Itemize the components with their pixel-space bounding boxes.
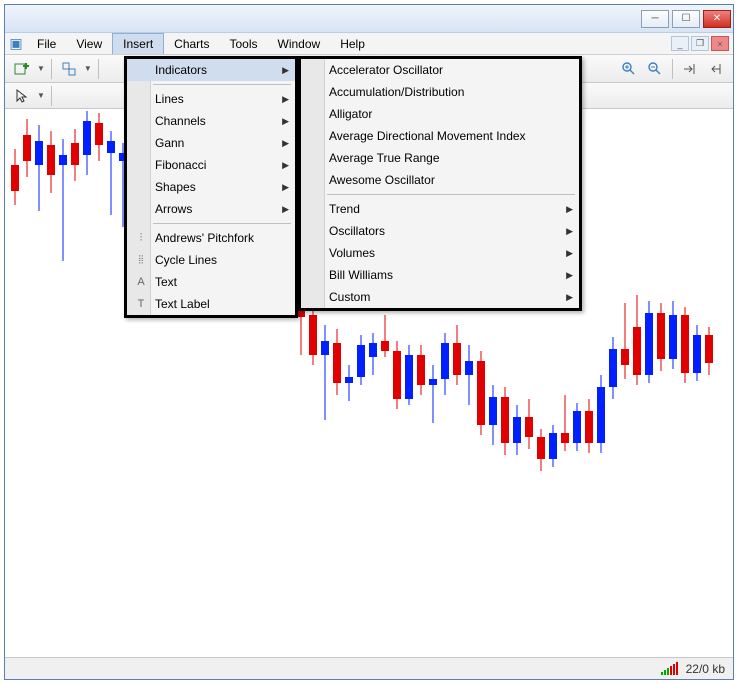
menu-insert[interactable]: Insert [112, 33, 164, 54]
menu-item-label: Volumes [329, 246, 375, 260]
menu-item[interactable]: Trend ▶ [301, 198, 579, 220]
indicators-submenu: Accelerator Oscillator Accumulation/Distr… [298, 56, 582, 311]
submenu-arrow-icon: ▶ [566, 270, 573, 281]
menu-item-label: Alligator [329, 107, 372, 121]
cycle-icon: ⦙⦙ [133, 254, 149, 267]
menu-item-label: Gann [155, 136, 184, 150]
menu-item-label: Lines [155, 92, 184, 106]
connection-status: 22/0 kb [686, 662, 725, 676]
window-minimize-button[interactable]: ─ [641, 10, 669, 28]
menu-item-label: Channels [155, 114, 206, 128]
submenu-arrow-icon: ▶ [282, 204, 289, 215]
menu-item-label: Average Directional Movement Index [329, 129, 526, 143]
statusbar: 22/0 kb [5, 657, 733, 679]
menu-item-label: Cycle Lines [155, 253, 217, 267]
T-icon: T [133, 298, 149, 310]
menu-item-label: Oscillators [329, 224, 385, 238]
menu-item[interactable]: Bill Williams ▶ [301, 264, 579, 286]
menu-item[interactable]: Volumes ▶ [301, 242, 579, 264]
menu-item[interactable]: Fibonacci ▶ [127, 154, 295, 176]
menu-item-label: Custom [329, 290, 370, 304]
menu-item-label: Arrows [155, 202, 192, 216]
menu-item[interactable]: Indicators ▶ [127, 59, 295, 81]
doc-minimize-button[interactable]: _ [671, 36, 689, 51]
menu-item[interactable]: Custom ▶ [301, 286, 579, 308]
submenu-arrow-icon: ▶ [282, 160, 289, 171]
menu-item-label: Accumulation/Distribution [329, 85, 464, 99]
dropdown-arrow-icon[interactable]: ▼ [37, 64, 45, 73]
menu-item[interactable]: Accumulation/Distribution [301, 81, 579, 103]
menu-item-label: Indicators [155, 63, 207, 77]
submenu-arrow-icon: ▶ [282, 182, 289, 193]
insert-dropdown: Indicators▶Lines▶Channels▶Gann▶Fibonacci… [124, 56, 298, 318]
menu-item-label: Text Label [155, 297, 210, 311]
menu-file[interactable]: File [27, 33, 66, 54]
menu-help[interactable]: Help [330, 33, 375, 54]
menu-item-label: Shapes [155, 180, 196, 194]
cursor-button[interactable] [11, 85, 33, 107]
A-icon: A [133, 276, 149, 288]
titlebar: ─ ☐ ✕ [5, 5, 733, 33]
dropdown-arrow-icon[interactable]: ▼ [37, 91, 45, 100]
window-maximize-button[interactable]: ☐ [672, 10, 700, 28]
menu-item[interactable]: Gann ▶ [127, 132, 295, 154]
menu-item[interactable]: A Text [127, 271, 295, 293]
menu-item[interactable]: Arrows ▶ [127, 198, 295, 220]
submenu-arrow-icon: ▶ [566, 292, 573, 303]
menu-item-label: Andrews' Pitchfork [155, 231, 254, 245]
zoom-in-button[interactable] [618, 58, 640, 80]
menu-item-label: Bill Williams [329, 268, 393, 282]
submenu-arrow-icon: ▶ [282, 94, 289, 105]
menu-item[interactable]: ⦙⦙ Cycle Lines [127, 249, 295, 271]
doc-close-button[interactable]: × [711, 36, 729, 51]
submenu-arrow-icon: ▶ [282, 65, 289, 76]
window-close-button[interactable]: ✕ [703, 10, 731, 28]
menu-item[interactable]: Oscillators ▶ [301, 220, 579, 242]
menu-item[interactable]: Shapes ▶ [127, 176, 295, 198]
menu-item-label: Fibonacci [155, 158, 206, 172]
menu-charts[interactable]: Charts [164, 33, 219, 54]
submenu-arrow-icon: ▶ [282, 138, 289, 149]
menu-item[interactable]: Average Directional Movement Index [301, 125, 579, 147]
connection-bars-icon [661, 663, 678, 675]
app-icon: ▣ [5, 33, 27, 54]
submenu-arrow-icon: ▶ [566, 226, 573, 237]
menu-item-label: Accelerator Oscillator [329, 63, 443, 77]
auto-scroll-button[interactable] [705, 58, 727, 80]
menu-item-label: Text [155, 275, 177, 289]
submenu-arrow-icon: ▶ [282, 116, 289, 127]
zoom-out-button[interactable] [644, 58, 666, 80]
new-chart-button[interactable] [11, 58, 33, 80]
menu-item[interactable]: Lines ▶ [127, 88, 295, 110]
chart-shift-button[interactable] [679, 58, 701, 80]
doc-restore-button[interactable]: ❐ [691, 36, 709, 51]
submenu-arrow-icon: ▶ [566, 204, 573, 215]
menu-item-label: Trend [329, 202, 360, 216]
menu-item[interactable]: Awesome Oscillator [301, 169, 579, 191]
menu-item[interactable]: ⫶ Andrews' Pitchfork [127, 227, 295, 249]
menu-tools[interactable]: Tools [220, 33, 268, 54]
menu-item[interactable]: T Text Label [127, 293, 295, 315]
menu-item[interactable]: Accelerator Oscillator [301, 59, 579, 81]
menu-item[interactable]: Average True Range [301, 147, 579, 169]
pitchfork-icon: ⫶ [133, 232, 149, 245]
profiles-button[interactable] [58, 58, 80, 80]
menu-view[interactable]: View [66, 33, 112, 54]
dropdown-arrow-icon[interactable]: ▼ [84, 64, 92, 73]
menubar: ▣ File View Insert Charts Tools Window H… [5, 33, 733, 55]
menu-item[interactable]: Channels ▶ [127, 110, 295, 132]
menu-item[interactable]: Alligator [301, 103, 579, 125]
menu-item-label: Average True Range [329, 151, 440, 165]
submenu-arrow-icon: ▶ [566, 248, 573, 259]
menu-item-label: Awesome Oscillator [329, 173, 435, 187]
menu-window[interactable]: Window [268, 33, 331, 54]
